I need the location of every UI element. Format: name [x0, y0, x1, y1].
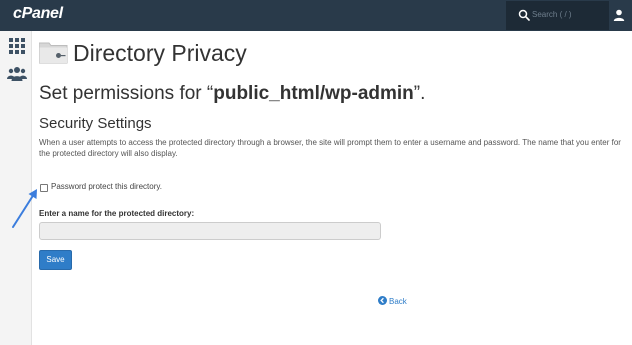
annotation-arrow-icon [12, 189, 37, 228]
save-button[interactable]: Save [39, 250, 72, 270]
cpanel-logo[interactable]: cPanel [13, 5, 63, 23]
security-description: When a user attempts to access the prote… [39, 138, 621, 158]
password-protect-checkbox[interactable] [40, 184, 48, 192]
grid-icon[interactable] [9, 38, 25, 54]
back-circle-icon [378, 296, 387, 305]
permissions-prefix: Set permissions for “ [39, 83, 214, 104]
password-protect-label[interactable]: Password protect this directory. [51, 182, 162, 191]
directory-name-input[interactable] [39, 222, 381, 240]
folder-icon [39, 42, 68, 64]
page-title: Directory Privacy [73, 40, 247, 66]
security-settings-title: Security Settings [39, 115, 152, 132]
permissions-path: public_html/wp-admin [213, 83, 414, 104]
back-link[interactable]: Back [378, 296, 407, 308]
permissions-suffix: ”. [413, 83, 426, 104]
search-icon [518, 9, 530, 21]
permissions-heading: Set permissions for “public_html/wp-admi… [39, 83, 425, 105]
top-navbar: cPanel Search ( / ) [0, 0, 632, 31]
back-label: Back [389, 297, 407, 306]
user-icon[interactable] [613, 9, 625, 21]
search-placeholder: Search ( / ) [532, 10, 572, 19]
users-icon[interactable] [7, 66, 27, 82]
directory-name-label: Enter a name for the protected directory… [39, 209, 195, 218]
search-box[interactable]: Search ( / ) [506, 1, 609, 30]
